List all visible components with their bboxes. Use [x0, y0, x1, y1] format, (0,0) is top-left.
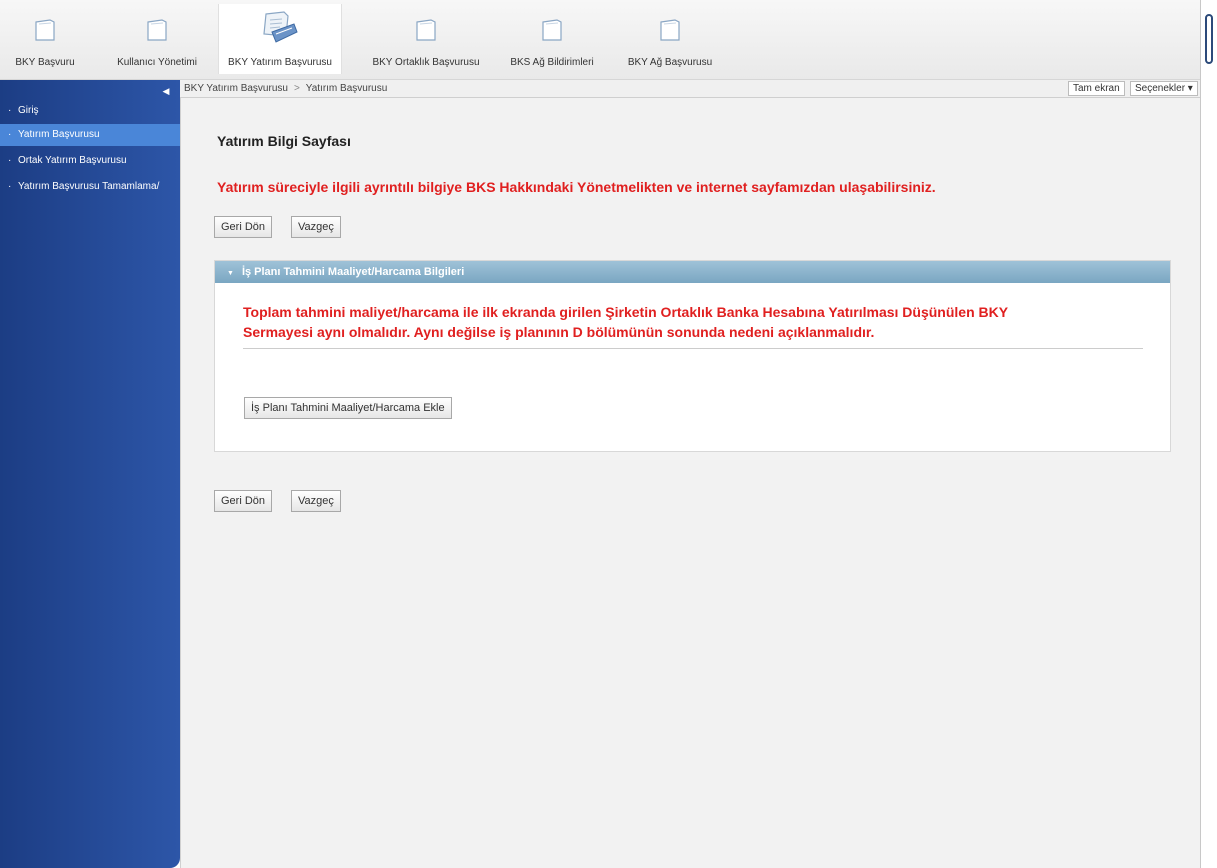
panel-warning-line: Sermayesi aynı olmalıdır. Aynı değilse i…	[243, 324, 875, 340]
sidebar-item-giris[interactable]: · Giriş	[0, 100, 180, 122]
folder-icon	[147, 19, 167, 41]
panel-header[interactable]: ▼ İş Planı Tahmini Maaliyet/Harcama Bilgi…	[215, 261, 1170, 283]
breadcrumb-current: Yatırım Başvurusu	[305, 83, 388, 94]
window-right-edge	[1200, 0, 1217, 868]
collapse-sidebar-icon[interactable]: ◀	[160, 85, 172, 97]
sidebar-item-label: Ortak Yatırım Başvurusu	[18, 155, 127, 166]
documents-icon	[263, 11, 298, 43]
breadcrumb: BKY Yatırım Başvurusu > Yatırım Başvurusu …	[180, 80, 1200, 98]
info-message: Yatırım süreciyle ilgili ayrıntılı bilgi…	[217, 179, 936, 195]
folder-icon	[542, 19, 562, 41]
sidebar: ◀ · Giriş · Yatırım Başvurusu · Ortak Yatır…	[0, 80, 180, 868]
collapse-caret-icon[interactable]: ▼	[227, 270, 234, 277]
main-content: Yatırım Bilgi Sayfası Yatırım süreciyle …	[180, 98, 1200, 868]
bullet-icon: ·	[8, 155, 12, 166]
add-cost-button[interactable]: İş Planı Tahmini Maaliyet/Harcama Ekle	[244, 397, 452, 419]
panel-warning: Toplam tahmini maliyet/harcama ile ilk e…	[243, 302, 1148, 342]
toolbar-item-bky-ag-basvurusu[interactable]: BKY Ağ Başvurusu	[615, 4, 725, 74]
toolbar-item-label: BKY Yatırım Başvurusu	[228, 57, 332, 68]
cancel-button-bottom[interactable]: Vazgeç	[291, 490, 341, 512]
back-button-bottom[interactable]: Geri Dön	[214, 490, 273, 512]
sidebar-item-label: Giriş	[18, 105, 39, 116]
bullet-icon: ·	[8, 181, 12, 192]
toolbar-item-bks-ag-bildirimleri[interactable]: BKS Ağ Bildirimleri	[502, 4, 602, 74]
toolbar-item-label: BKY Ağ Başvurusu	[627, 57, 713, 68]
divider	[243, 348, 1143, 349]
panel-warning-line: Toplam tahmini maliyet/harcama ile ilk e…	[243, 304, 1009, 320]
toolbar-item-label: BKY Ortaklık Başvurusu	[372, 57, 480, 68]
sidebar-item-label: Yatırım Başvurusu	[18, 129, 100, 140]
folder-icon	[416, 19, 436, 41]
toolbar-item-bky-basvuru[interactable]: BKY Başvuru	[10, 4, 80, 74]
sidebar-item-label: Yatırım Başvurusu Tamamlama/	[18, 181, 160, 192]
toolbar-item-bky-ortaklik-basvurusu[interactable]: BKY Ortaklık Başvurusu	[360, 4, 492, 74]
page-title: Yatırım Bilgi Sayfası	[217, 133, 351, 149]
toolbar-item-label: BKY Başvuru	[15, 57, 75, 68]
toolbar-item-label: BKS Ağ Bildirimleri	[510, 57, 594, 68]
panel-title: İş Planı Tahmini Maaliyet/Harcama Bilgil…	[241, 266, 465, 278]
top-toolbar: BKY Başvuru Kullanıcı Yönetimi BKY Yatır…	[0, 0, 1200, 80]
toolbar-item-label: Kullanıcı Yönetimi	[117, 57, 197, 68]
scroll-handle[interactable]	[1205, 14, 1213, 64]
application-window: BKY Başvuru Kullanıcı Yönetimi BKY Yatır…	[0, 0, 1217, 868]
cost-info-panel: ▼ İş Planı Tahmini Maaliyet/Harcama Bilgi…	[214, 260, 1171, 452]
breadcrumb-trail: BKY Yatırım Başvurusu > Yatırım Başvurusu	[184, 83, 387, 94]
back-button[interactable]: Geri Dön	[214, 216, 273, 238]
bullet-icon: ·	[8, 129, 12, 140]
breadcrumb-parent-link[interactable]: BKY Yatırım Başvurusu	[184, 83, 288, 94]
cancel-button[interactable]: Vazgeç	[291, 216, 341, 238]
toolbar-item-kullanici-yonetimi[interactable]: Kullanıcı Yönetimi	[113, 4, 201, 74]
breadcrumb-separator: >	[293, 83, 300, 94]
folder-icon	[35, 19, 55, 41]
toolbar-item-bky-yatirim-basvurusu[interactable]: BKY Yatırım Başvurusu	[218, 4, 342, 74]
options-dropdown[interactable]: Seçenekler ▾	[1130, 81, 1198, 96]
sidebar-item-yatirim-basvurusu[interactable]: · Yatırım Başvurusu	[0, 124, 180, 146]
folder-icon	[660, 19, 680, 41]
sidebar-item-yatirim-basvurusu-tamamlama[interactable]: · Yatırım Başvurusu Tamamlama/	[0, 176, 180, 198]
sidebar-item-ortak-yatirim-basvurusu[interactable]: · Ortak Yatırım Başvurusu	[0, 150, 180, 172]
bullet-icon: ·	[8, 105, 12, 116]
fullscreen-button[interactable]: Tam ekran	[1068, 81, 1125, 96]
